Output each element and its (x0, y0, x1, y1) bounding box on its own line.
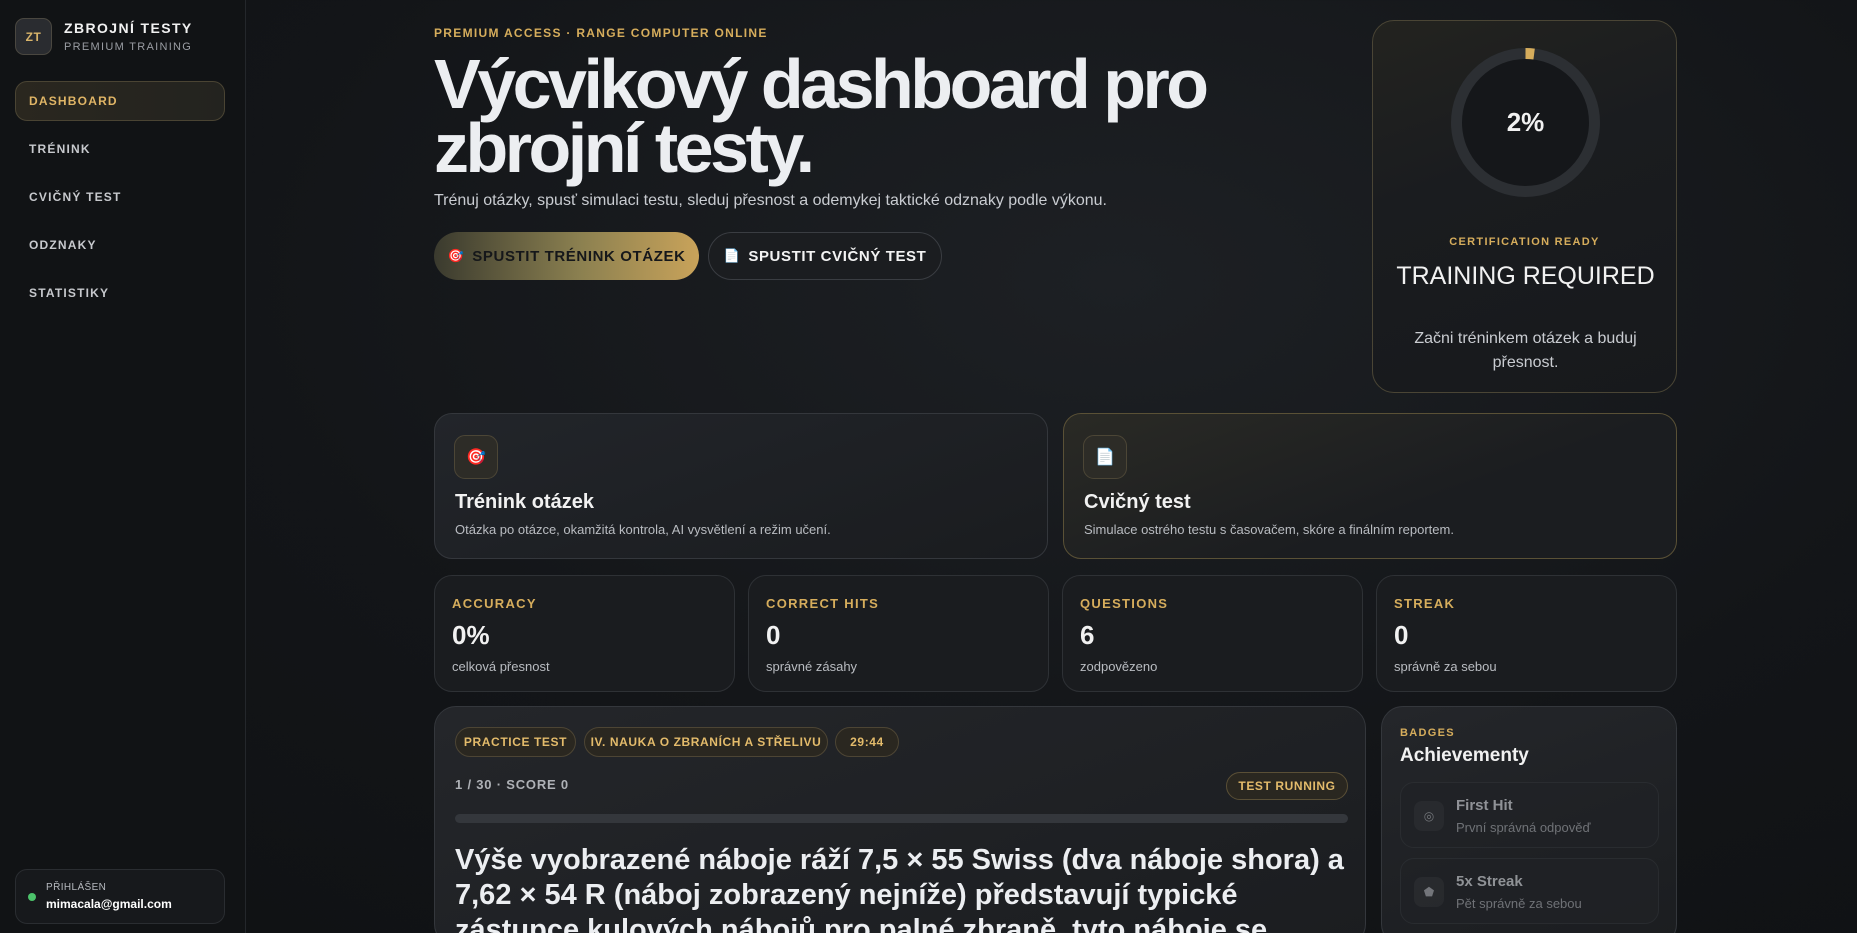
badges-kicker: BADGES (1400, 727, 1455, 739)
brand[interactable]: ZT ZBROJNÍ TESTY PREMIUM TRAINING (15, 18, 193, 55)
badge-item[interactable]: ◎ First Hit První správná odpověď (1400, 782, 1659, 848)
stat-value: 6 (1080, 620, 1095, 650)
document-icon: 📄 (723, 248, 741, 263)
mode-description: Simulace ostrého testu s časovačem, skór… (1084, 522, 1454, 537)
page-title: Výcvikový dashboard pro zbrojní testy. (434, 45, 1209, 187)
target-icon: 🎯 (454, 435, 498, 479)
badge-description: První správná odpověď (1456, 820, 1591, 835)
certification-description: Začni tréninkem otázek a buduj přesnost. (1414, 330, 1637, 371)
badge-name: 5x Streak (1456, 873, 1523, 890)
mode-title: Trénink otázek (455, 491, 594, 513)
test-panel: PRACTICE TEST IV. NAUKA O ZBRANÍCH A STŘ… (434, 706, 1366, 933)
badges-title: Achievementy (1400, 745, 1529, 766)
mode-card-training[interactable]: 🎯 Trénink otázek Otázka po otázce, okamž… (434, 413, 1048, 559)
stat-value: 0% (452, 620, 490, 650)
stat-card-correct-hits: CORRECT HITS 0 správné zásahy (748, 575, 1049, 692)
question-text: Výše vyobrazené náboje ráží 7,5 × 55 Swi… (455, 844, 1344, 933)
sidebar-item-odznaky[interactable]: ODZNAKY (15, 225, 225, 265)
pentagon-icon: ⬟ (1414, 877, 1444, 907)
hero-subtitle: Trénuj otázky, spusť simulaci testu, sle… (434, 192, 1107, 209)
badge-item[interactable]: ⬟ 5x Streak Pět správně za sebou (1400, 858, 1659, 924)
start-training-label: SPUSTIT TRÉNINK OTÁZEK (472, 247, 686, 265)
stat-label: STREAK (1394, 596, 1456, 611)
timer-chip: 29:44 (835, 727, 899, 757)
progress-ring: 2% (1448, 45, 1603, 200)
stat-label: QUESTIONS (1080, 596, 1169, 611)
online-status-icon (28, 892, 36, 901)
stat-card-accuracy: ACCURACY 0% celková přesnost (434, 575, 735, 692)
user-status-label: PŘIHLÁŠEN (46, 882, 107, 893)
hero-kicker: PREMIUM ACCESS · RANGE COMPUTER ONLINE (434, 26, 768, 40)
stat-value: 0 (766, 620, 781, 650)
sidebar-item-dashboard[interactable]: DASHBOARD (15, 81, 225, 121)
brand-logo: ZT (15, 18, 52, 55)
badge-name: First Hit (1456, 797, 1513, 814)
mode-card-practice-test[interactable]: 📄 Cvičný test Simulace ostrého testu s č… (1063, 413, 1677, 559)
stat-label: ACCURACY (452, 596, 537, 611)
stat-caption: celková přesnost (452, 659, 550, 674)
mode-description: Otázka po otázce, okamžitá kontrola, AI … (455, 522, 831, 537)
stat-caption: zodpovězeno (1080, 659, 1158, 674)
document-icon: 📄 (1083, 435, 1127, 479)
mode-chip: PRACTICE TEST (455, 727, 576, 757)
test-progress-bar (455, 814, 1348, 823)
status-badge: TEST RUNNING (1226, 772, 1348, 800)
bullseye-icon: ◎ (1414, 801, 1444, 831)
certification-title: TRAINING REQUIRED (1396, 262, 1655, 290)
sidebar: ZT ZBROJNÍ TESTY PREMIUM TRAINING DASHBO… (0, 0, 246, 933)
mode-title: Cvičný test (1084, 491, 1191, 513)
brand-subtitle: PREMIUM TRAINING (64, 41, 193, 53)
stat-caption: správně za sebou (1394, 659, 1497, 674)
user-card[interactable]: PŘIHLÁŠEN mimacala@gmail.com (15, 869, 225, 924)
category-chip: IV. NAUKA O ZBRANÍCH A STŘELIVU (584, 727, 828, 757)
question-counter: 1 / 30 · SCORE 0 (455, 777, 569, 792)
stat-card-questions: QUESTIONS 6 zodpovězeno (1062, 575, 1363, 692)
badge-description: Pět správně za sebou (1456, 896, 1582, 911)
sidebar-item-cvicny-test[interactable]: CVIČNÝ TEST (15, 177, 225, 217)
stat-card-streak: STREAK 0 správně za sebou (1376, 575, 1677, 692)
brand-title: ZBROJNÍ TESTY (64, 20, 193, 36)
start-training-button[interactable]: 🎯 SPUSTIT TRÉNINK OTÁZEK (434, 232, 699, 280)
sidebar-nav: DASHBOARD TRÉNINK CVIČNÝ TEST ODZNAKY ST… (15, 81, 225, 321)
start-practice-test-button[interactable]: 📄 SPUSTIT CVIČNÝ TEST (708, 232, 942, 280)
sidebar-item-statistiky[interactable]: STATISTIKY (15, 273, 225, 313)
target-icon: 🎯 (447, 248, 465, 263)
sidebar-item-trenink[interactable]: TRÉNINK (15, 129, 225, 169)
start-practice-test-label: SPUSTIT CVIČNÝ TEST (748, 247, 927, 265)
certification-kicker: CERTIFICATION READY (1449, 236, 1600, 248)
badges-panel: BADGES Achievementy ◎ First Hit První sp… (1381, 706, 1677, 933)
stat-caption: správné zásahy (766, 659, 858, 674)
certification-card: 2% CERTIFICATION READY TRAINING REQUIRED… (1372, 20, 1677, 393)
user-email: mimacala@gmail.com (46, 897, 172, 911)
stat-label: CORRECT HITS (766, 596, 880, 611)
stat-value: 0 (1394, 620, 1409, 650)
progress-percent: 2% (1506, 107, 1545, 137)
